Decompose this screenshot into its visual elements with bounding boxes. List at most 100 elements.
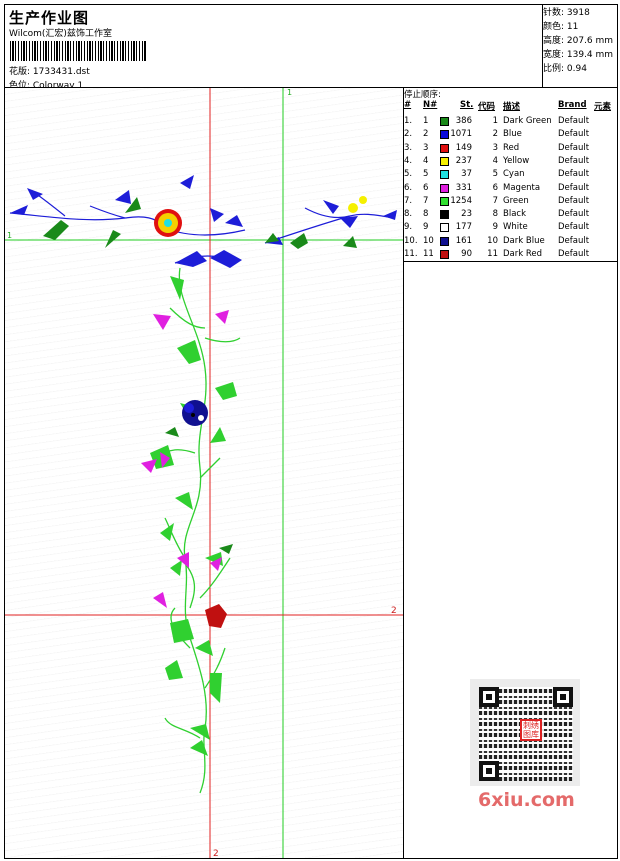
top-branch: [9, 192, 396, 264]
row-desc: Black: [503, 209, 526, 220]
row-code: 4: [492, 155, 498, 166]
row-code: 9: [492, 222, 498, 233]
table-row: 4. 4 237 4 Yellow Default: [404, 155, 618, 168]
col-header-desc: 描述: [503, 102, 521, 112]
flower-dark-blue: [182, 400, 208, 426]
row-stitches: 37: [461, 169, 472, 180]
table-row: 10. 10 161 10 Dark Blue Default: [404, 235, 618, 248]
table-row: 9. 9 177 9 White Default: [404, 221, 618, 234]
row-stitches: 90: [461, 249, 472, 259]
row-code: 2: [492, 129, 498, 140]
row-code: 10: [487, 235, 498, 246]
row-desc: Dark Blue: [503, 235, 545, 246]
row-desc: Dark Red: [503, 249, 543, 259]
table-title: 停止顺序:: [404, 90, 441, 100]
stats-panel: 针数: 3918 颜色: 11 高度: 207.6 mm 宽度: 139.4 m…: [542, 4, 618, 88]
guide-label-h1: 1: [7, 231, 12, 240]
row-desc: Magenta: [503, 182, 541, 193]
row-num: 11.: [404, 249, 418, 259]
color-swatch: [440, 183, 449, 193]
row-brand: Default: [558, 209, 590, 220]
stem-leaves-green: [150, 276, 237, 756]
row-n: 4: [423, 155, 429, 166]
row-num: 7.: [404, 195, 413, 206]
table-row: 3. 3 149 3 Red Default: [404, 142, 618, 155]
row-brand: Default: [558, 222, 590, 233]
col-header-num: #: [404, 100, 412, 110]
design-canvas: 1 1 2 2: [5, 88, 404, 858]
row-num: 10.: [404, 235, 418, 246]
row-num: 6.: [404, 182, 413, 193]
row-num: 9.: [404, 222, 413, 233]
row-code: 8: [492, 209, 498, 220]
row-brand: Default: [558, 142, 590, 153]
barcode: [10, 41, 146, 61]
stat-width: 宽度: 139.4 mm: [543, 50, 614, 60]
row-num: 1.: [404, 116, 413, 126]
row-num: 5.: [404, 169, 413, 180]
table-header: # N# St. 代码 描述 Brand 元素: [404, 100, 618, 112]
row-code: 7: [492, 195, 498, 206]
color-swatch: [440, 210, 449, 220]
guide-label-h2: 2: [391, 606, 397, 616]
page-title: 生产作业图: [9, 9, 90, 27]
row-n: 1: [423, 116, 429, 126]
top-leaves-darkgreen: [43, 197, 357, 249]
row-num: 8.: [404, 209, 413, 220]
row-n: 7: [423, 195, 429, 206]
stat-scale: 比例: 0.94: [543, 64, 587, 74]
col-header-n: N#: [423, 100, 438, 110]
row-num: 3.: [404, 142, 413, 153]
studio-name: Wilcom(汇宏)兹饰工作室: [9, 29, 112, 39]
qr-seal: 刺绣图库: [520, 719, 542, 741]
stat-colors: 颜色: 11: [543, 22, 579, 32]
row-n: 9: [423, 222, 429, 233]
row-n: 6: [423, 182, 429, 193]
watermark-logo: 6xiu.com: [478, 789, 575, 811]
row-n: 2: [423, 129, 429, 140]
row-code: 5: [492, 169, 498, 180]
row-desc: White: [503, 222, 528, 233]
design-file: 花版: 1733431.dst: [9, 67, 90, 77]
row-n: 3: [423, 142, 429, 153]
header-panel: 生产作业图 Wilcom(汇宏)兹饰工作室 花版: 1733431.dst 色位…: [4, 4, 543, 91]
stat-height: 高度: 207.6 mm: [543, 36, 614, 46]
row-brand: Default: [558, 155, 590, 166]
qr-code: 刺绣图库: [470, 679, 580, 786]
row-stitches: 1071: [450, 129, 472, 140]
row-code: 3: [492, 142, 498, 153]
table-row: 2. 2 1071 2 Blue Default: [404, 128, 618, 141]
col-header-element: 元素: [594, 102, 612, 112]
row-stitches: 161: [455, 235, 472, 246]
table-row: 11. 11 90 11 Dark Red Default: [404, 248, 618, 261]
row-desc: Blue: [503, 129, 522, 140]
color-swatch: [440, 250, 449, 259]
color-swatch: [440, 223, 449, 233]
color-stop-table: 停止顺序: # N# St. 代码 描述 Brand 元素 1. 1 386 1 Dar…: [404, 88, 618, 262]
guide-label-v2: 2: [213, 849, 219, 858]
row-desc: Green: [503, 195, 529, 206]
row-num: 4.: [404, 155, 413, 166]
row-desc: Cyan: [503, 169, 525, 180]
row-n: 5: [423, 169, 429, 180]
table-row: 8. 8 23 8 Black Default: [404, 208, 618, 221]
row-stitches: 177: [455, 222, 472, 233]
row-code: 1: [492, 116, 498, 126]
color-swatch: [440, 130, 449, 140]
row-code: 6: [492, 182, 498, 193]
table-row: 6. 6 331 6 Magenta Default: [404, 182, 618, 195]
row-stitches: 1254: [450, 195, 472, 206]
row-n: 8: [423, 209, 429, 220]
guide-label-v1: 1: [287, 88, 292, 97]
top-leaves-blue: [10, 175, 397, 268]
row-code: 11: [487, 249, 498, 259]
row-stitches: 237: [455, 155, 472, 166]
row-brand: Default: [558, 169, 590, 180]
table-row: 7. 7 1254 7 Green Default: [404, 195, 618, 208]
row-stitches: 386: [455, 116, 472, 126]
embroidery-design: 1 1 2 2: [5, 88, 403, 858]
col-header-code: 代码: [478, 102, 496, 112]
row-brand: Default: [558, 182, 590, 193]
color-swatch: [440, 170, 449, 180]
row-brand: Default: [558, 235, 590, 246]
